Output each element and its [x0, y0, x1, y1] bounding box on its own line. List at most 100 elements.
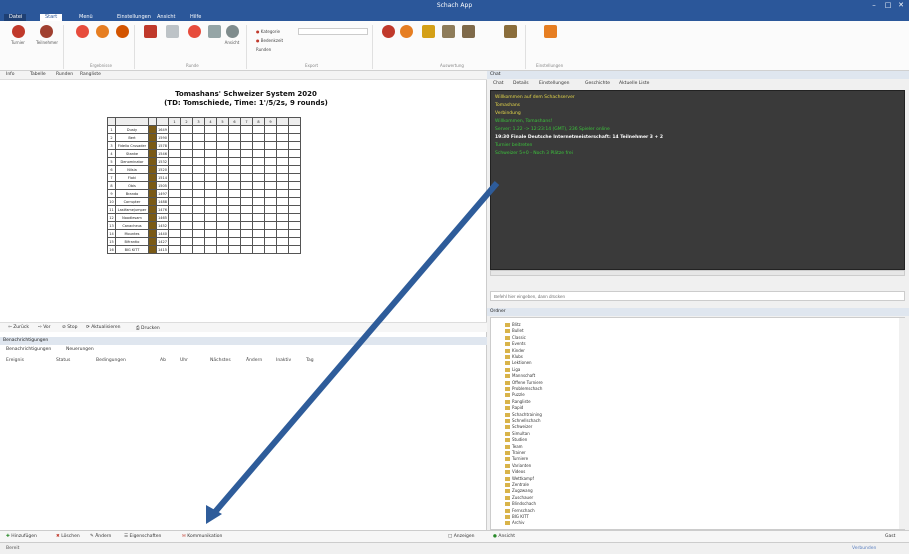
notifications-section: Benachrichtigungen Benachrichtigungen Ne…	[0, 337, 487, 530]
result-cell	[288, 141, 301, 150]
result-button-1[interactable]	[72, 25, 92, 61]
folder-item[interactable]: Zugzwang	[505, 488, 533, 494]
refresh-button[interactable]: ⟳ Aktualisieren	[86, 325, 121, 330]
tournament-button[interactable]: Turnier	[8, 25, 28, 61]
close-icon[interactable]: ✕	[895, 1, 907, 9]
ribbon-small-time[interactable]: ● Bedenkzeit	[256, 38, 283, 43]
eval-button-6[interactable]	[500, 25, 520, 61]
folder-item[interactable]: BIG KITT	[505, 514, 529, 519]
folder-item[interactable]: Fernschach	[505, 508, 535, 513]
tab-view[interactable]: Ansicht	[152, 14, 180, 21]
ribbon-small-category[interactable]: ● Kategorie	[256, 29, 280, 34]
folder-item[interactable]: Lektionen	[505, 360, 532, 366]
folder-item[interactable]: Klubs	[505, 354, 523, 359]
round-button-2[interactable]	[162, 25, 182, 61]
horizontal-scrollbar[interactable]	[490, 270, 905, 276]
forward-button[interactable]: ⇨ Vor	[38, 325, 51, 330]
print-button[interactable]: ⎙ Drucken	[136, 325, 160, 331]
folder-item[interactable]: Videos	[505, 469, 525, 475]
result-cell	[252, 181, 265, 190]
folder-item[interactable]: Rapid	[505, 405, 523, 411]
tab-menu[interactable]: Menü	[74, 14, 98, 21]
folder-item[interactable]: Simultan	[505, 431, 530, 436]
folder-item[interactable]: Offene Turniere	[505, 380, 543, 385]
command-input[interactable]	[490, 291, 905, 301]
show-button[interactable]: □ Anzeigen	[448, 534, 474, 539]
eval-button-5[interactable]	[458, 25, 478, 61]
chat-tab-history[interactable]: Geschichte	[585, 81, 610, 86]
eval-button-1[interactable]	[378, 25, 398, 61]
chat-tab-chat[interactable]: Chat	[493, 81, 504, 86]
folder-item[interactable]: Mannschaft	[505, 373, 535, 379]
column-from[interactable]: Ab	[160, 358, 166, 363]
doc-tab-ranking[interactable]: Rangliste	[80, 72, 101, 77]
column-status[interactable]: Status	[56, 358, 70, 363]
stop-button[interactable]: ⊘ Stop	[62, 325, 77, 330]
settings-button[interactable]	[540, 25, 560, 61]
participants-button[interactable]: Teilnehmer	[36, 25, 58, 61]
minimize-icon[interactable]: –	[868, 1, 880, 9]
folder-item[interactable]: Kinder	[505, 348, 525, 353]
folder-item[interactable]: Studien	[505, 437, 527, 443]
eval-button-3[interactable]	[418, 25, 438, 61]
folder-item[interactable]: Events	[505, 341, 526, 347]
round-button-1[interactable]	[140, 25, 160, 61]
result-button-2[interactable]	[92, 25, 112, 61]
column-time[interactable]: Uhr	[180, 358, 188, 363]
folder-item[interactable]: Zuschauer	[505, 495, 533, 500]
folder-item[interactable]: Puzzle	[505, 392, 525, 398]
ribbon-dropdown[interactable]	[298, 28, 368, 35]
folder-item[interactable]: Trainer	[505, 450, 526, 455]
folder-item[interactable]: Schnellschach	[505, 418, 541, 423]
tab-help[interactable]: Hilfe	[185, 14, 206, 21]
vertical-scrollbar[interactable]	[899, 318, 905, 529]
column-next[interactable]: Nächstes	[210, 358, 231, 363]
add-button[interactable]: ✚ Hinzufügen	[6, 534, 37, 539]
folder-item[interactable]: Wettkampf	[505, 476, 534, 481]
folder-item[interactable]: Zentrale	[505, 482, 529, 487]
properties-button[interactable]: ☰ Eigenschaften	[124, 534, 161, 539]
folder-item[interactable]: Liga	[505, 367, 520, 372]
communication-button[interactable]: ✉ Kommunikation	[182, 534, 222, 539]
right-view-button[interactable]: ● Ansicht	[493, 534, 515, 539]
doc-tab-info[interactable]: Info	[6, 72, 15, 77]
folder-item[interactable]: Varianten	[505, 463, 531, 468]
folder-item[interactable]: Team	[505, 444, 523, 449]
doc-tab-rounds[interactable]: Runden	[56, 72, 73, 77]
column-event[interactable]: Ereignis	[6, 358, 24, 363]
folder-item[interactable]: Rangliste	[505, 399, 531, 404]
folder-item[interactable]: Schweizer	[505, 424, 532, 430]
doc-tab-table[interactable]: Tabelle	[30, 72, 46, 77]
round-button-3[interactable]	[184, 25, 204, 61]
edit-button[interactable]: ✎ Ändern	[90, 534, 111, 539]
eval-button-2[interactable]	[396, 25, 416, 61]
folder-item[interactable]: Archiv	[505, 520, 525, 526]
folder-item[interactable]: Blindschach	[505, 501, 536, 507]
chat-console[interactable]: Willkommen auf dem Schachserver Tomashans…	[490, 90, 905, 270]
maximize-icon[interactable]: □	[882, 1, 894, 9]
tab-file[interactable]: Datei	[4, 14, 26, 21]
column-inactive[interactable]: Inaktiv	[276, 358, 291, 363]
result-button-3[interactable]	[112, 25, 132, 61]
folder-item[interactable]: Blitz	[505, 322, 521, 327]
column-conditions[interactable]: Bedingungen	[96, 358, 126, 363]
delete-button[interactable]: ✖ Löschen	[56, 534, 80, 539]
tab-news[interactable]: Neuerungen	[66, 347, 94, 352]
column-day[interactable]: Tag	[306, 358, 314, 363]
tab-start[interactable]: Start	[40, 14, 63, 21]
folder-item[interactable]: Bullet	[505, 328, 524, 334]
folder-item[interactable]: Classic	[505, 335, 526, 340]
folder-item[interactable]: Problemschach	[505, 386, 542, 391]
column-change[interactable]: Ändern	[246, 358, 262, 363]
round-button-4[interactable]	[204, 25, 224, 61]
folder-item[interactable]: Turniere	[505, 456, 528, 462]
view-button[interactable]: Ansicht	[222, 25, 242, 61]
chat-tab-details[interactable]: Details	[513, 81, 529, 86]
chat-tab-settings[interactable]: Einstellungen	[539, 81, 570, 86]
eval-button-4[interactable]	[438, 25, 458, 61]
tab-notifications[interactable]: Benachrichtigungen	[6, 347, 51, 352]
tab-settings[interactable]: Einstellungen	[112, 14, 156, 21]
folder-item[interactable]: Schachtraining	[505, 412, 542, 417]
chat-tab-list[interactable]: Aktuelle Liste	[619, 81, 649, 86]
back-button[interactable]: ⇦ Zurück	[8, 325, 29, 330]
